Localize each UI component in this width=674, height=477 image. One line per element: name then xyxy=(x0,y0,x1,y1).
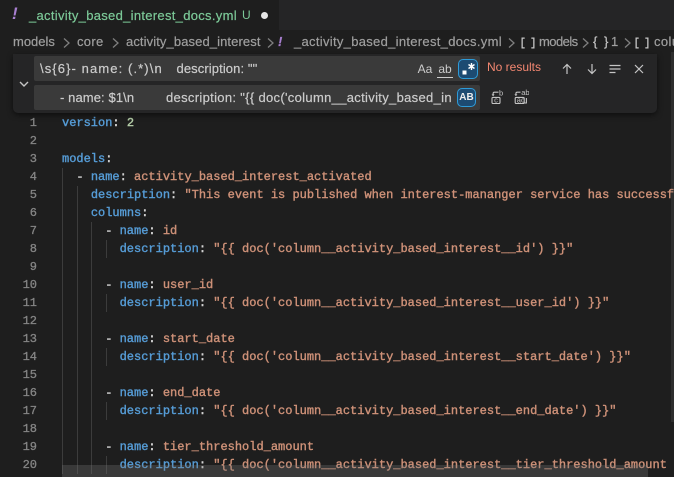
svg-text:b: b xyxy=(499,89,503,98)
svg-text:c: c xyxy=(494,96,498,105)
svg-text:ac: ac xyxy=(517,96,525,105)
